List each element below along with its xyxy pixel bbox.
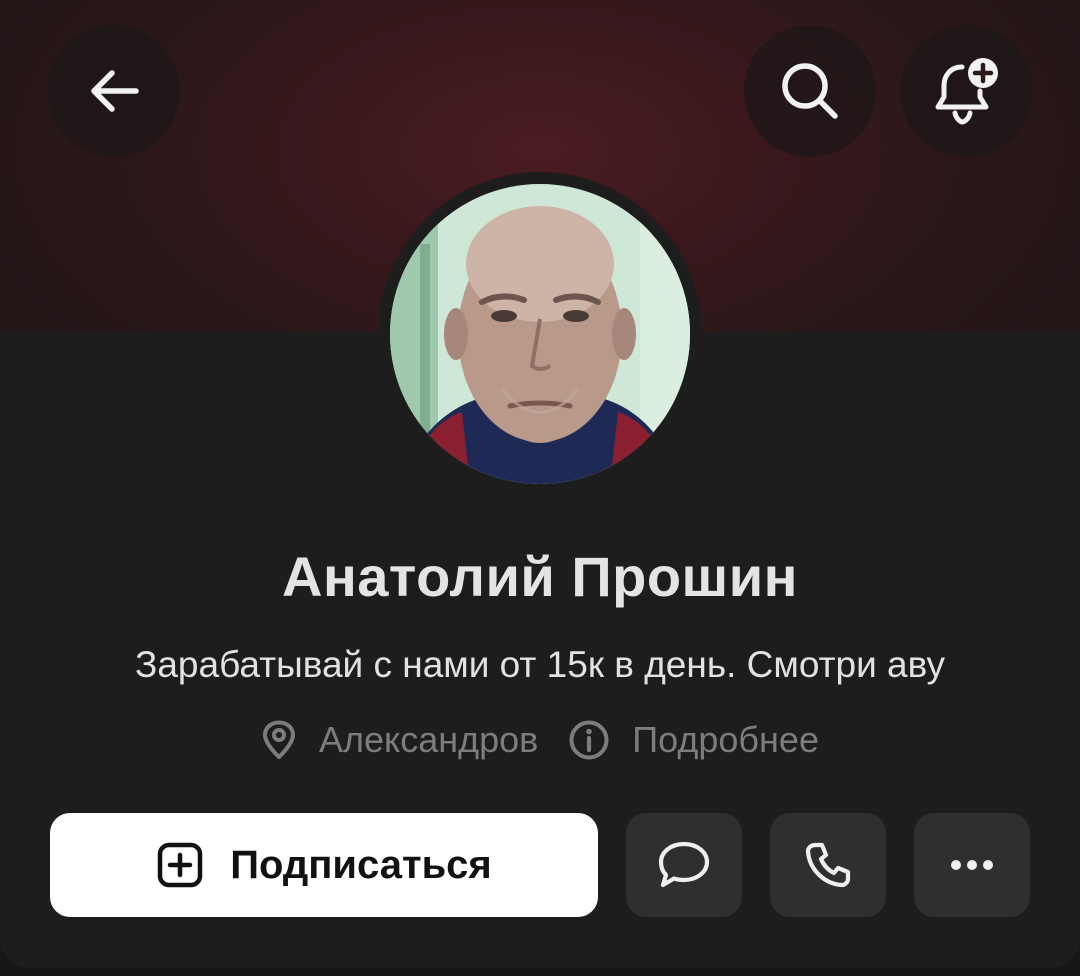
plus-square-icon bbox=[157, 842, 203, 888]
search-button[interactable] bbox=[744, 25, 876, 157]
message-button[interactable] bbox=[626, 813, 742, 917]
call-button[interactable] bbox=[770, 813, 886, 917]
phone-icon bbox=[805, 842, 851, 888]
subscribe-button[interactable]: Подписаться bbox=[50, 813, 598, 917]
profile-meta: Александров Подробнее bbox=[0, 712, 1080, 768]
profile-status: Зарабатывай с нами от 15к в день. Смотри… bbox=[135, 644, 945, 685]
info-icon bbox=[569, 720, 609, 760]
more-info-text: Подробнее bbox=[632, 719, 819, 760]
back-button[interactable] bbox=[48, 25, 180, 157]
location-link[interactable]: Александров bbox=[261, 719, 538, 761]
profile-name: Анатолий Прошин bbox=[282, 545, 798, 608]
bell-plus-icon bbox=[935, 58, 998, 125]
location-pin-icon bbox=[263, 720, 295, 759]
subscribe-label: Подписаться bbox=[230, 842, 492, 887]
subscribe-notifications-button[interactable] bbox=[900, 25, 1032, 157]
message-bubble-icon bbox=[658, 841, 710, 888]
location-text: Александров bbox=[319, 719, 539, 760]
search-icon bbox=[782, 63, 838, 119]
ellipsis-icon bbox=[951, 860, 993, 870]
arrow-left-icon bbox=[91, 70, 139, 112]
more-actions-button[interactable] bbox=[914, 813, 1030, 917]
avatar[interactable] bbox=[390, 184, 690, 484]
more-info-link[interactable]: Подробнее bbox=[568, 719, 819, 761]
